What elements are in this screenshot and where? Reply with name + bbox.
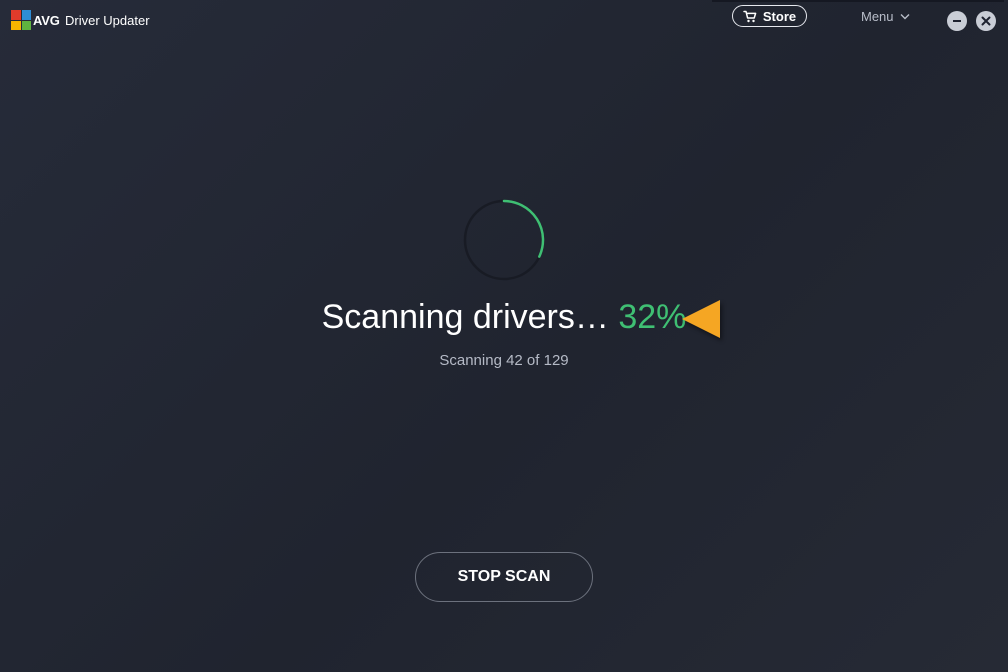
store-label: Store (762, 8, 797, 24)
scan-percent: 32% (618, 298, 687, 336)
title-bar-accent (712, 0, 1004, 2)
chevron-down-icon (900, 14, 910, 20)
stop-scan-label: STOP SCAN (457, 568, 551, 585)
avg-logo-icon (11, 10, 31, 30)
close-icon (981, 16, 991, 26)
menu-button[interactable]: Menu (861, 9, 910, 24)
menu-label: Menu (861, 9, 894, 24)
store-button[interactable]: Store (732, 5, 807, 27)
brand-name: AVG (33, 13, 60, 28)
app-title: Driver Updater (65, 13, 150, 28)
close-button[interactable] (976, 11, 996, 31)
cart-icon (743, 10, 757, 22)
scan-status-text: Scanning drivers… (321, 298, 609, 336)
arrow-left-icon (682, 300, 720, 338)
minimize-button[interactable] (947, 11, 967, 31)
stop-scan-button[interactable]: STOP SCAN (415, 552, 593, 602)
scan-detail: Scanning 42 of 129 (439, 352, 569, 369)
scan-status: Scanning drivers… 32% (0, 298, 1008, 337)
progress-spinner (463, 199, 545, 281)
app-window: AVG Driver Updater Store Menu Scanning d… (0, 0, 1008, 672)
minimize-icon (953, 20, 961, 22)
progress-ring-arc (502, 199, 545, 258)
